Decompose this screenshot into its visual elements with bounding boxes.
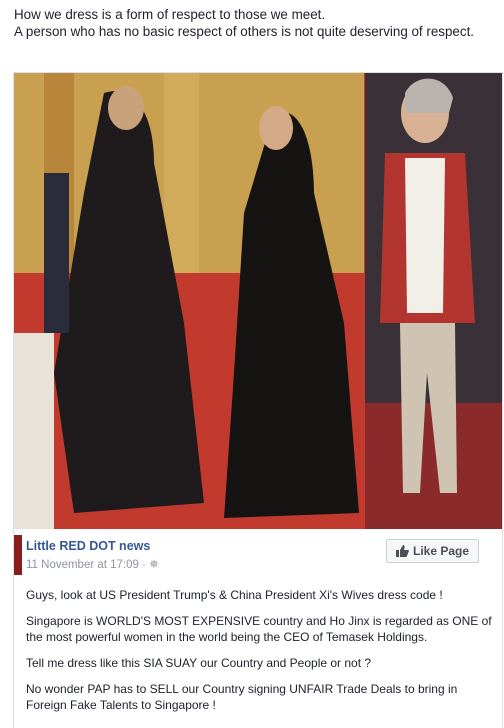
caption-line-2: A person who has no basic respect of oth… [14,24,475,39]
photo-left-panel [14,73,364,530]
thumbs-up-icon [395,545,409,557]
post-meta: 11 November at 17:09 · ✵ [26,557,159,571]
post-paragraph: Guys, look at US President Trump's & Chi… [26,588,443,602]
post-card: Little RED DOT news 11 November at 17:09… [13,529,503,728]
post-timestamp[interactable]: 11 November at 17:09 · [26,559,149,571]
gear-icon[interactable]: ✵ [149,559,159,571]
post-photo[interactable] [13,72,503,531]
page-name-link[interactable]: Little RED DOT news [26,539,150,553]
post-body: Guys, look at US President Trump's & Chi… [26,587,496,723]
page-avatar[interactable] [14,535,22,575]
like-page-label: Like Page [412,544,470,558]
caption-line-1: How we dress is a form of respect to tho… [14,7,326,22]
post-paragraph: Singapore is WORLD'S MOST EXPENSIVE coun… [26,614,492,644]
post-paragraph: Tell me dress like this SIA SUAY our Cou… [26,656,372,670]
post-caption: How we dress is a form of respect to tho… [14,6,494,40]
post-paragraph: No wonder PAP has to SELL our Country si… [26,682,458,712]
like-page-button[interactable]: Like Page [386,539,479,563]
photo-right-panel [365,73,502,530]
